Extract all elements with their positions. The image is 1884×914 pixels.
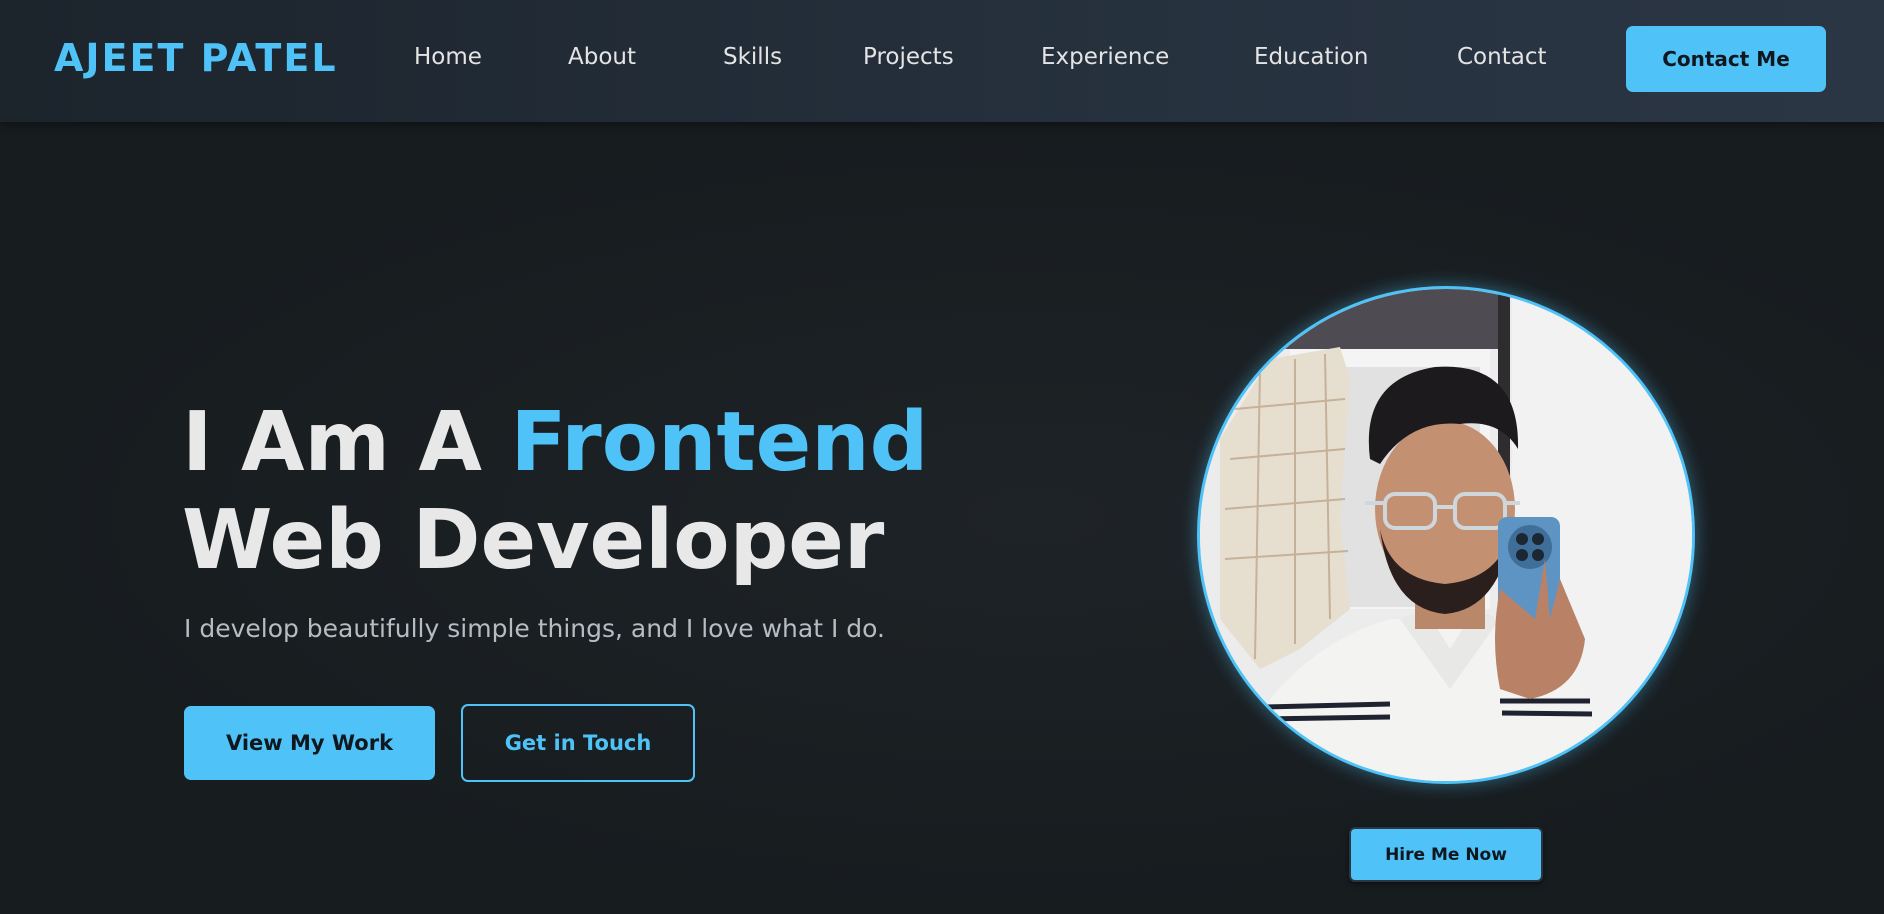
hero-headline: I Am A Frontend Web Developer [182,394,928,590]
nav-link-experience[interactable]: Experience [1041,44,1169,70]
navbar: AJEET PATEL Home About Skills Projects E… [0,0,1884,122]
nav-link-home[interactable]: Home [414,44,482,70]
nav-link-skills[interactable]: Skills [723,44,782,70]
nav-link-education[interactable]: Education [1254,44,1369,70]
hire-me-now-button[interactable]: Hire Me Now [1349,827,1543,882]
headline-accent: Frontend [510,395,929,490]
view-my-work-button[interactable]: View My Work [184,706,435,780]
hero-tagline: I develop beautifully simple things, and… [184,614,885,643]
contact-me-button[interactable]: Contact Me [1626,26,1826,92]
headline-prefix: I Am A [182,395,511,490]
nav-link-projects[interactable]: Projects [863,44,954,70]
hero-section: I Am A Frontend Web Developer I develop … [0,122,1884,914]
headline-line2: Web Developer [182,493,885,588]
site-logo[interactable]: AJEET PATEL [54,36,338,80]
nav-link-contact[interactable]: Contact [1457,44,1546,70]
get-in-touch-button[interactable]: Get in Touch [461,704,695,782]
profile-photo [1197,286,1695,784]
profile-photo-illustration [1200,289,1692,781]
nav-link-about[interactable]: About [568,44,636,70]
